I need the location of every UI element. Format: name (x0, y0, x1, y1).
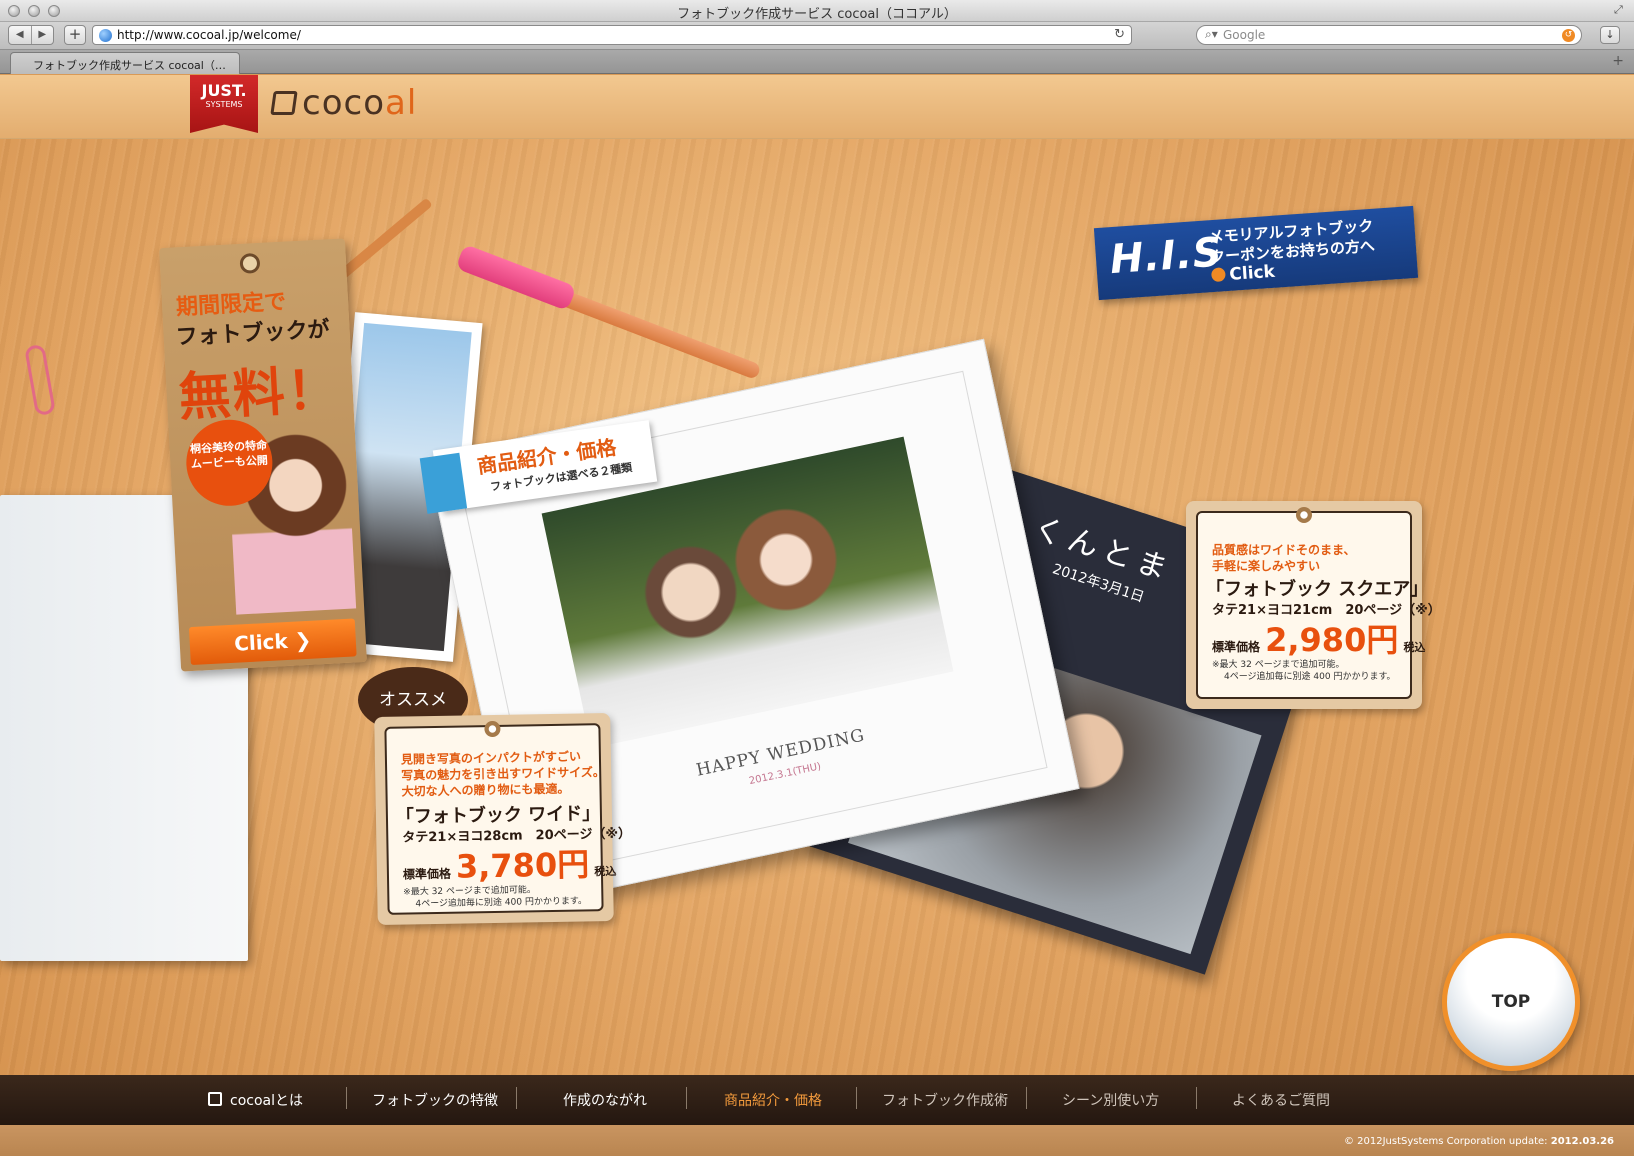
nav-flow[interactable]: 作成のながれ (563, 1090, 647, 1110)
add-bookmark-button[interactable]: + (64, 25, 86, 45)
his-logo: H.I.S (1108, 229, 1225, 284)
tag-eyelet (239, 252, 261, 274)
site-footer: © 2012JustSystems Corporation update: 20… (0, 1125, 1634, 1156)
globe-icon (99, 29, 112, 42)
wide-price-row: 標準価格 3,780円 税込 (402, 839, 617, 889)
forward-icon[interactable]: ▶ (30, 26, 54, 44)
price-tag-frame: 品質感はワイドそのまま、 手軽に楽しみやすい 「フォトブック スクエア」 タテ2… (1196, 511, 1441, 699)
wide-price-label: 標準価格 (402, 866, 452, 882)
tab-cocoal[interactable]: フォトブック作成サービス cocoal（… (10, 52, 240, 74)
nav-products[interactable]: 商品紹介・価格 (724, 1090, 822, 1110)
nav-techniques[interactable]: フォトブック作成術 (882, 1090, 1008, 1110)
nav-separator (686, 1087, 687, 1109)
browser-toolbar: ◀ ▶ + http://www.cocoal.jp/welcome/ ↻ ⌕▾… (0, 22, 1634, 50)
wide-price: 3,780円 (455, 845, 590, 886)
campaign-banner[interactable]: 期間限定で フォトブックが 無料！ 桐谷美玲の特命ムービーも公開 Click ❯ (159, 238, 367, 672)
nav-about[interactable]: cocoalとは (208, 1090, 303, 1110)
search-icon: ⌕▾ (1205, 27, 1218, 41)
address-bar[interactable]: http://www.cocoal.jp/welcome/ ↻ (92, 25, 1132, 45)
url-text[interactable]: http://www.cocoal.jp/welcome/ (117, 28, 301, 42)
back-icon[interactable]: ◀ (9, 26, 31, 44)
top-button[interactable]: TOP (1442, 933, 1580, 1071)
global-nav: cocoalとは フォトブックの特徴 作成のながれ 商品紹介・価格 フォトブック… (0, 1075, 1634, 1125)
square-price: 2,980円 (1265, 621, 1399, 659)
price-tag-frame: 見開き写真のインパクトがすごい 写真の魅力を引き出すワイドサイズ。 大切な人への… (384, 723, 631, 915)
paperclip-icon (24, 343, 56, 417)
nav-features[interactable]: フォトブックの特徴 (372, 1090, 498, 1110)
tape-decoration (419, 452, 468, 514)
window-titlebar: フォトブック作成サービス cocoal（ココアル） ⤢ (0, 0, 1634, 22)
campaign-line-2: フォトブックが (175, 317, 331, 351)
search-placeholder[interactable]: Google (1223, 28, 1265, 42)
history-nav: ◀ ▶ (8, 25, 54, 45)
tag-eyelet (1296, 507, 1312, 523)
copyright: © 2012JustSystems Corporation update: 20… (1343, 1136, 1614, 1147)
campaign-line-3: 無料！ (177, 359, 343, 429)
square-desc-2: 手軽に楽しみやすい (1212, 559, 1321, 573)
cocoal-mark-icon (270, 91, 298, 115)
nav-separator (1026, 1087, 1027, 1109)
justsystems-logo[interactable]: JUST. SYSTEMS (190, 75, 258, 133)
his-click-button[interactable]: Click (1210, 262, 1276, 286)
square-price-row: 標準価格 2,980円 税込 (1212, 615, 1425, 661)
cocoal-logo-text: cocoal (302, 83, 418, 123)
search-field[interactable]: ⌕▾ Google ↺ (1196, 25, 1582, 45)
square-product-name: 「フォトブック スクエア」 (1206, 579, 1429, 600)
downloads-icon[interactable]: ↓ (1600, 26, 1620, 44)
square-desc-1: 品質感はワイドそのまま、 (1212, 543, 1356, 557)
pen-cap-decoration (455, 243, 577, 312)
his-coupon-banner[interactable]: H.I.S メモリアルフォトブック クーポンをお持ちの方へ Click (1093, 205, 1419, 301)
price-tag-square[interactable]: 品質感はワイドそのまま、 手軽に楽しみやすい 「フォトブック スクエア」 タテ2… (1186, 501, 1441, 709)
snapback-icon[interactable]: ↺ (1562, 29, 1575, 42)
cocoal-logo[interactable]: cocoal (270, 83, 418, 123)
nav-separator (1196, 1087, 1197, 1109)
square-note-2: 4ページ追加毎に別途 400 円かかります。 (1224, 672, 1396, 682)
square-price-label: 標準価格 (1212, 640, 1261, 654)
new-tab-icon[interactable]: + (1612, 53, 1624, 69)
nav-scenes[interactable]: シーン別使い方 (1062, 1090, 1159, 1110)
reload-icon[interactable]: ↻ (1114, 27, 1125, 42)
price-tag-wide[interactable]: 見開き写真のインパクトがすごい 写真の魅力を引き出すワイドサイズ。 大切な人への… (374, 712, 631, 926)
cocoal-mark-icon (208, 1092, 222, 1106)
campaign-click-button[interactable]: Click ❯ (188, 618, 357, 666)
fullscreen-icon[interactable]: ⤢ (1614, 4, 1626, 16)
nav-faq[interactable]: よくあるご質問 (1232, 1090, 1330, 1110)
wide-tax: 税込 (594, 864, 617, 879)
arrow-circle-icon (1210, 267, 1226, 283)
window-title: フォトブック作成サービス cocoal（ココアル） (677, 7, 957, 22)
nav-separator (346, 1087, 347, 1109)
just-logo-text: JUST. (201, 81, 247, 100)
nav-separator (516, 1087, 517, 1109)
wide-desc-3: 大切な人への贈り物にも最適。 (401, 781, 570, 799)
just-logo-sub: SYSTEMS (205, 100, 243, 109)
tab-bar: フォトブック作成サービス cocoal（… + (0, 50, 1634, 74)
square-tax: 税込 (1403, 641, 1426, 654)
page-canvas: JUST. SYSTEMS cocoal くんとま 2012年3月1日 HAPP… (0, 75, 1634, 1156)
wide-note-2: 4ページ追加毎に別途 400 円かかります。 (415, 896, 588, 910)
nav-separator (856, 1087, 857, 1109)
